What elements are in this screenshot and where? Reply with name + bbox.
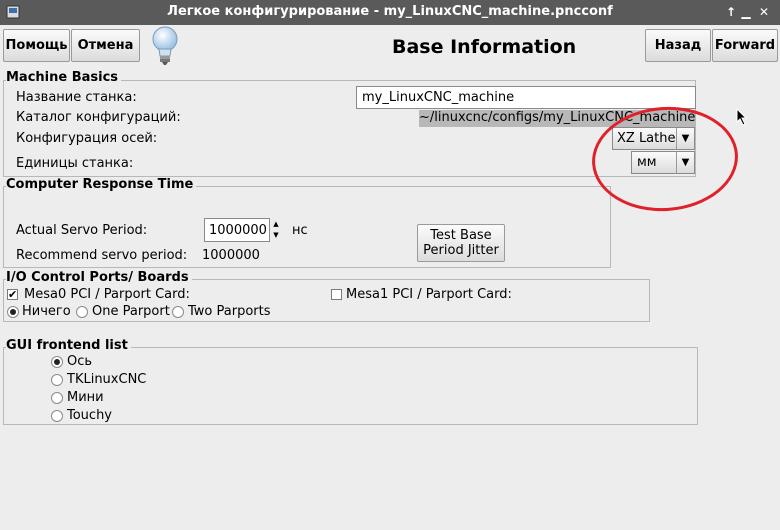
axis-config-label: Конфигурация осей: xyxy=(16,131,158,146)
servo-period-label: Actual Servo Period: xyxy=(16,223,148,238)
minimize-icon[interactable]: ▁ xyxy=(738,4,754,20)
parport-one-radio[interactable] xyxy=(76,306,88,318)
recommend-servo-value: 1000000 xyxy=(202,248,260,263)
gui-axis-radio[interactable] xyxy=(51,356,63,368)
mesa1-label: Mesa1 PCI / Parport Card: xyxy=(346,287,512,302)
parport-none-radio[interactable] xyxy=(7,306,19,318)
machine-basics-legend: Machine Basics xyxy=(6,70,122,85)
response-time-legend: Computer Response Time xyxy=(6,177,197,192)
machine-units-label: Единицы станка: xyxy=(16,156,134,171)
parport-two-radio[interactable] xyxy=(172,306,184,318)
gui-axis-label: Ось xyxy=(67,354,93,369)
machine-name-label: Название станка: xyxy=(16,90,137,105)
up-arrow-icon[interactable]: ↑ xyxy=(723,4,739,20)
spin-arrows-icon[interactable]: ▲ ▼ xyxy=(271,219,281,241)
help-button[interactable]: Помощь xyxy=(3,29,70,62)
cancel-button[interactable]: Отмена xyxy=(71,29,140,62)
close-icon[interactable]: ✕ xyxy=(756,4,772,20)
mesa0-label: Mesa0 PCI / Parport Card: xyxy=(24,287,190,302)
gui-touchy-radio[interactable] xyxy=(51,410,63,422)
parport-two-label: Two Parports xyxy=(188,304,271,319)
gui-tklinuxcnc-radio[interactable] xyxy=(51,374,63,386)
forward-button[interactable]: Forward xyxy=(712,29,778,62)
servo-period-spinner[interactable]: 1000000 ▲ ▼ xyxy=(204,218,279,242)
mesa0-checkbox[interactable]: ✔ xyxy=(7,289,18,300)
title-bar: Легкое конфигурирование - my_LinuxCNC_ma… xyxy=(0,0,780,25)
parport-one-label: One Parport xyxy=(92,304,170,319)
lightbulb-icon xyxy=(152,26,178,65)
test-jitter-line1: Test Base xyxy=(430,228,492,243)
servo-period-value: 1000000 xyxy=(209,222,267,238)
mouse-cursor-icon xyxy=(736,108,748,126)
parport-none-label: Ничего xyxy=(22,304,71,319)
test-jitter-line2: Period Jitter xyxy=(423,243,499,258)
gui-touchy-label: Touchy xyxy=(67,408,113,423)
page-title: Base Information xyxy=(392,36,577,58)
gui-mini-label: Мини xyxy=(67,390,104,405)
back-button[interactable]: Назад xyxy=(645,29,711,62)
gui-frontend-legend: GUI frontend list xyxy=(6,338,131,353)
io-ports-legend: I/O Control Ports/ Boards xyxy=(6,270,192,285)
servo-unit-label: нс xyxy=(292,223,308,238)
config-dir-label: Каталог конфигураций: xyxy=(16,110,181,125)
machine-name-input[interactable]: my_LinuxCNC_machine xyxy=(356,86,696,109)
gui-mini-radio[interactable] xyxy=(51,392,63,404)
window-title: Легкое конфигурирование - my_LinuxCNC_ma… xyxy=(167,4,613,19)
mesa1-checkbox[interactable] xyxy=(331,289,342,300)
gui-tklinuxcnc-label: TKLinuxCNC xyxy=(67,372,147,387)
recommend-servo-label: Recommend servo period: xyxy=(16,248,188,263)
test-jitter-button[interactable]: Test Base Period Jitter xyxy=(417,224,505,262)
